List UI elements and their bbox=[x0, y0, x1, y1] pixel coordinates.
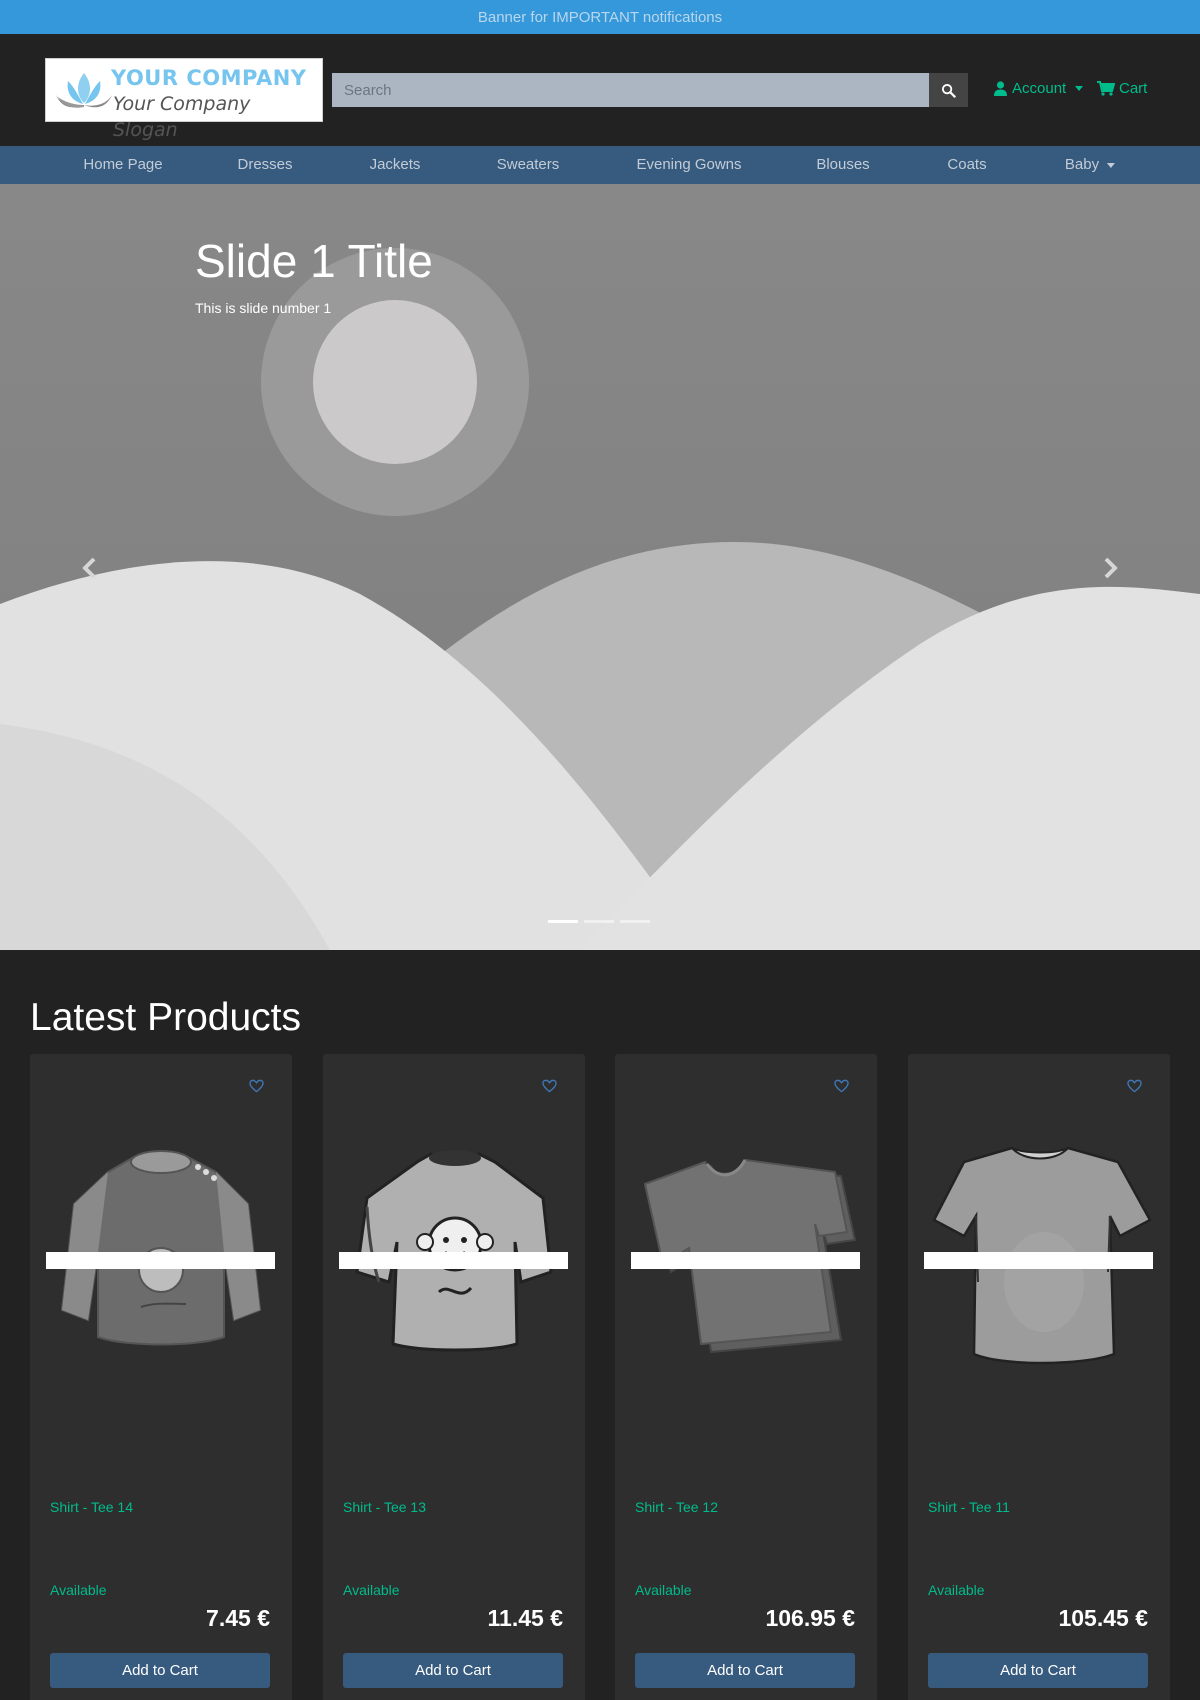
product-card: Shirt - Tee 11 Available 105.45 € Add to… bbox=[908, 1054, 1170, 1700]
caret-down-icon bbox=[1075, 86, 1084, 91]
favorite-button[interactable] bbox=[249, 1079, 264, 1098]
cart-link[interactable]: Cart bbox=[1097, 80, 1147, 97]
product-price: 105.45 € bbox=[1058, 1605, 1148, 1631]
heart-icon bbox=[249, 1079, 264, 1093]
lotus-logo-icon bbox=[56, 73, 112, 108]
search-button[interactable] bbox=[929, 73, 968, 107]
add-to-cart-button[interactable]: Add to Cart bbox=[50, 1653, 270, 1688]
image-overlay-bar bbox=[46, 1252, 275, 1269]
nav-item-label: Sweaters bbox=[496, 156, 560, 173]
logo-slogan: Your Company Slogan bbox=[113, 93, 251, 141]
search-icon bbox=[941, 83, 956, 98]
availability-status: Available bbox=[343, 1582, 400, 1598]
logo-company-name: YOUR COMPANY bbox=[111, 66, 307, 90]
nav-item-blouses[interactable]: Blouses bbox=[816, 146, 869, 184]
search-bar bbox=[332, 73, 968, 107]
cart-label: Cart bbox=[1119, 80, 1148, 97]
notification-banner: Banner for IMPORTANT notifications bbox=[0, 0, 1200, 34]
nav-item-dresses[interactable]: Dresses bbox=[237, 146, 292, 184]
product-name[interactable]: Shirt - Tee 14 bbox=[50, 1499, 133, 1515]
carousel-indicators bbox=[548, 920, 650, 923]
availability-status: Available bbox=[50, 1582, 107, 1598]
add-to-cart-button[interactable]: Add to Cart bbox=[635, 1653, 855, 1688]
carousel-prev-button[interactable] bbox=[80, 556, 100, 585]
nav-item-jackets[interactable]: Jackets bbox=[370, 146, 421, 184]
section-title: Latest Products bbox=[30, 996, 301, 1039]
slide-caption: This is slide number 1 bbox=[195, 300, 332, 316]
company-logo[interactable]: YOUR COMPANY Your Company Slogan bbox=[45, 58, 323, 141]
user-icon bbox=[994, 81, 1007, 96]
category-nav: Home Page Dresses Jackets Sweaters Eveni… bbox=[0, 146, 1200, 184]
heart-icon bbox=[834, 1079, 849, 1093]
favorite-button[interactable] bbox=[1127, 1079, 1142, 1098]
nav-item-label: Baby bbox=[1064, 156, 1100, 173]
product-card: Shirt - Tee 12 Available 106.95 € Add to… bbox=[615, 1054, 877, 1700]
chevron-right-icon bbox=[1104, 557, 1118, 579]
nav-item-sweaters[interactable]: Sweaters bbox=[497, 146, 560, 184]
chevron-left-icon bbox=[82, 557, 96, 579]
product-price: 7.45 € bbox=[206, 1605, 270, 1631]
nav-item-home-page[interactable]: Home Page bbox=[83, 146, 162, 184]
nav-item-label: Jackets bbox=[369, 156, 421, 173]
slide-title: Slide 1 Title bbox=[195, 235, 433, 287]
favorite-button[interactable] bbox=[542, 1079, 557, 1098]
product-card: Shirt - Tee 14 Available 7.45 € Add to C… bbox=[30, 1054, 292, 1700]
site-header: YOUR COMPANY Your Company Slogan Account… bbox=[0, 34, 1200, 146]
carousel-indicator[interactable] bbox=[584, 920, 614, 923]
add-to-cart-button[interactable]: Add to Cart bbox=[343, 1653, 563, 1688]
nav-item-label: Dresses bbox=[237, 156, 293, 173]
nav-item-evening-gowns[interactable]: Evening Gowns bbox=[636, 146, 741, 184]
add-to-cart-button[interactable]: Add to Cart bbox=[928, 1653, 1148, 1688]
heart-icon bbox=[1127, 1079, 1142, 1093]
nav-item-baby[interactable]: Baby bbox=[1064, 146, 1116, 184]
account-dropdown[interactable]: Account bbox=[994, 80, 1084, 97]
availability-status: Available bbox=[635, 1582, 692, 1598]
caret-down-icon bbox=[1107, 162, 1116, 168]
nav-item-label: Evening Gowns bbox=[636, 156, 742, 173]
product-name[interactable]: Shirt - Tee 13 bbox=[343, 1499, 426, 1515]
heart-icon bbox=[542, 1079, 557, 1093]
search-input[interactable] bbox=[332, 73, 929, 107]
product-card: Shirt - Tee 13 Available 11.45 € Add to … bbox=[323, 1054, 585, 1700]
nav-item-label: Home Page bbox=[83, 156, 163, 173]
slide-placeholder-image bbox=[0, 184, 1200, 950]
product-name[interactable]: Shirt - Tee 12 bbox=[635, 1499, 718, 1515]
availability-status: Available bbox=[928, 1582, 985, 1598]
image-overlay-bar bbox=[924, 1252, 1153, 1269]
account-label: Account bbox=[1012, 80, 1067, 97]
product-price: 11.45 € bbox=[487, 1605, 563, 1631]
hero-carousel: Slide 1 Title This is slide number 1 bbox=[0, 184, 1200, 950]
carousel-indicator[interactable] bbox=[620, 920, 650, 923]
nav-item-label: Blouses bbox=[816, 156, 870, 173]
cart-icon bbox=[1097, 81, 1115, 96]
carousel-indicator[interactable] bbox=[548, 920, 578, 923]
image-overlay-bar bbox=[631, 1252, 860, 1269]
carousel-next-button[interactable] bbox=[1100, 556, 1120, 585]
favorite-button[interactable] bbox=[834, 1079, 849, 1098]
image-overlay-bar bbox=[339, 1252, 568, 1269]
nav-item-label: Coats bbox=[947, 156, 987, 173]
nav-item-coats[interactable]: Coats bbox=[947, 146, 986, 184]
product-price: 106.95 € bbox=[765, 1605, 855, 1631]
product-name[interactable]: Shirt - Tee 11 bbox=[928, 1499, 1010, 1515]
banner-text: Banner for IMPORTANT notifications bbox=[477, 8, 723, 26]
